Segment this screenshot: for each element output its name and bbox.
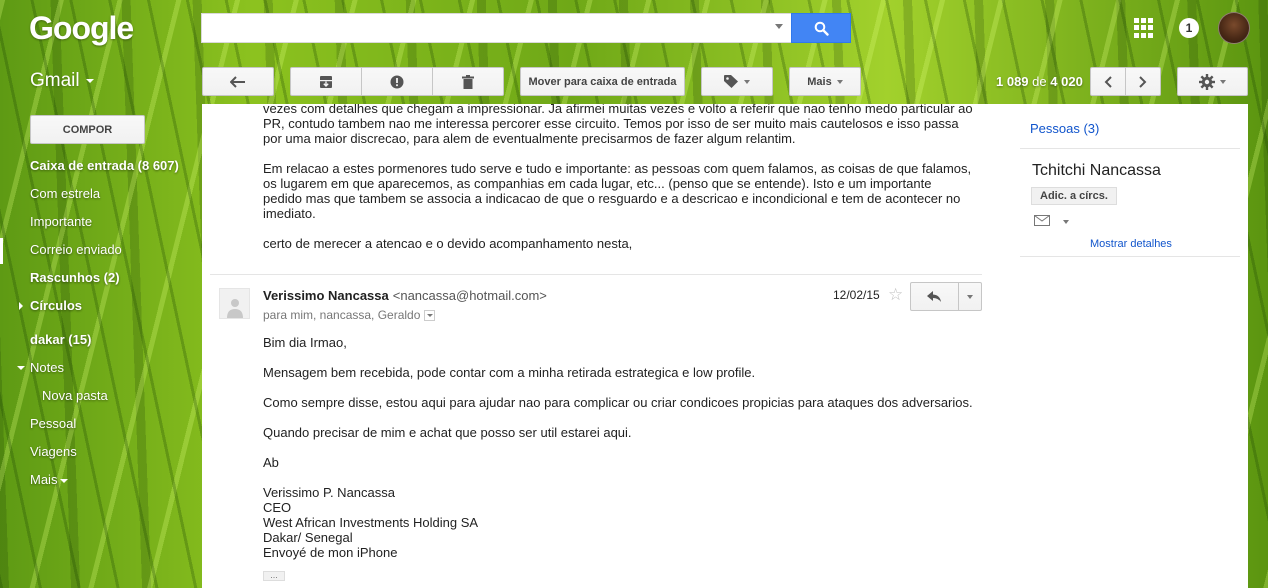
chevron-down-icon [1220, 79, 1226, 84]
show-details-dropdown-icon[interactable] [424, 310, 436, 322]
trash-icon [462, 74, 474, 89]
prev-message-body: vezes com detalhes que chegam a impressi… [263, 104, 973, 146]
message-body-line: Bim dia Irmao, [263, 335, 347, 350]
message-body-line: Ab [263, 455, 279, 470]
collapse-arrow-icon[interactable] [17, 366, 25, 370]
add-to-circles-button[interactable]: Adic. a círcs. [1031, 187, 1117, 205]
newer-button[interactable] [1090, 67, 1126, 96]
panel-divider [1020, 148, 1240, 149]
chevron-down-icon [967, 294, 973, 299]
sender-avatar[interactable] [219, 288, 250, 319]
back-to-inbox-button[interactable] [202, 67, 274, 96]
chevron-down-icon [60, 478, 69, 483]
reply-button[interactable] [911, 283, 959, 310]
account-avatar[interactable] [1218, 12, 1250, 44]
show-details-link[interactable]: Mostrar detalhes [1090, 238, 1172, 250]
google-logo[interactable]: Google [29, 10, 134, 47]
back-arrow-icon [230, 75, 245, 88]
report-spam-button[interactable] [361, 67, 433, 96]
recipients: para mim, nancassa, Geraldo [263, 308, 436, 322]
settings-gear-icon [1199, 73, 1215, 90]
settings-button[interactable] [1177, 67, 1248, 96]
search-input[interactable] [201, 13, 791, 43]
message-divider [210, 274, 982, 275]
contact-name[interactable]: Tchitchi Nancassa [1032, 162, 1161, 180]
compose-button[interactable]: COMPOR [30, 115, 145, 144]
panel-divider [1020, 256, 1240, 257]
sender-email: <nancassa@hotmail.com> [392, 288, 547, 303]
more-label: Mais [807, 75, 832, 88]
sidebar-item-circles[interactable]: Círculos [30, 298, 82, 313]
archive-icon [320, 75, 332, 88]
search-button[interactable] [791, 13, 851, 43]
prev-message-closing: certo de merecer a atencao e o devido ac… [263, 236, 633, 251]
show-trimmed-content-button[interactable]: ... [263, 571, 285, 581]
message-body-line: Mensagem bem recebida, pode contar com a… [263, 365, 756, 380]
sidebar-item-sent[interactable]: Correio enviado [30, 242, 122, 257]
pagination-counter: 1 089 de 4 020 [996, 74, 1083, 89]
chevron-down-icon [744, 79, 750, 84]
chevron-right-icon [1139, 75, 1147, 88]
sidebar-item-nova-pasta[interactable]: Nova pasta [42, 388, 108, 403]
sidebar-item-starred[interactable]: Com estrela [30, 186, 100, 201]
notification-badge[interactable]: 1 [1179, 18, 1199, 38]
selected-folder-indicator [0, 238, 3, 264]
sidebar-item-viagens[interactable]: Viagens [30, 444, 77, 459]
reply-button-group[interactable] [910, 282, 982, 311]
more-actions-button[interactable]: Mais [789, 67, 861, 96]
expand-arrow-icon[interactable] [19, 302, 23, 310]
chevron-left-icon [1104, 75, 1112, 88]
move-to-inbox-button[interactable]: Mover para caixa de entrada [520, 67, 685, 96]
chevron-down-icon [836, 79, 843, 84]
apps-grid-icon[interactable] [1134, 18, 1154, 38]
people-panel: Pessoas (3) Tchitchi Nancassa Adic. a cí… [1012, 104, 1248, 588]
older-button[interactable] [1125, 67, 1161, 96]
default-person-icon [226, 299, 243, 318]
reply-icon [927, 290, 941, 302]
prev-message-paragraph: Em relacao a estes pormenores tudo serve… [263, 161, 972, 221]
message-body-line: Quando precisar de mim e achat que posso… [263, 425, 632, 440]
email-icon[interactable] [1034, 215, 1050, 226]
sidebar-item-drafts[interactable]: Rascunhos (2) [30, 270, 120, 285]
sidebar-item-pessoal[interactable]: Pessoal [30, 416, 76, 431]
people-widget-header[interactable]: Pessoas (3) [1030, 121, 1099, 136]
star-icon[interactable]: ☆ [888, 285, 903, 305]
message-date: 12/02/15 [833, 288, 880, 302]
label-icon [724, 75, 738, 88]
message-signature: Verissimo P. Nancassa CEO West African I… [263, 485, 479, 560]
sender-name[interactable]: Verissimo Nancassa [263, 288, 389, 303]
delete-button[interactable] [432, 67, 504, 96]
gmail-label: Gmail [30, 70, 80, 91]
sidebar-item-notes[interactable]: Notes [30, 360, 64, 375]
report-spam-icon [390, 75, 404, 88]
message-body-line: Como sempre disse, estou aqui para ajuda… [263, 395, 973, 410]
chevron-down-icon [85, 78, 94, 83]
reading-pane[interactable]: vezes com detalhes que chegam a impressi… [202, 104, 1012, 588]
sidebar-item-more[interactable]: Mais [30, 472, 69, 487]
sidebar-item-inbox[interactable]: Caixa de entrada (8 607) [30, 158, 179, 173]
search-icon [814, 21, 829, 36]
sidebar-item-dakar[interactable]: dakar (15) [30, 332, 91, 347]
sidebar-item-important[interactable]: Importante [30, 214, 92, 229]
search-options-dropdown-icon[interactable] [775, 24, 783, 29]
chevron-down-icon[interactable] [1063, 220, 1069, 224]
sender[interactable]: Verissimo Nancassa <nancassa@hotmail.com> [263, 288, 547, 303]
more-reply-options-button[interactable] [959, 283, 981, 310]
gmail-app-switcher[interactable]: Gmail [30, 70, 94, 92]
labels-button[interactable] [701, 67, 773, 96]
archive-button[interactable] [290, 67, 362, 96]
